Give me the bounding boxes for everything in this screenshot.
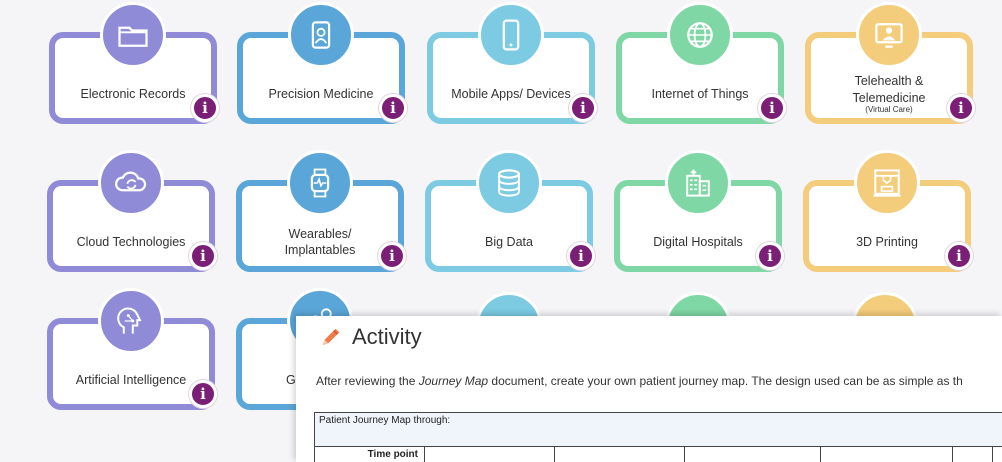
tile-label: Telehealth & Telemedicine (Virtual Care) [852,74,926,114]
tile-telehealth[interactable]: Telehealth & Telemedicine (Virtual Care)… [805,2,975,124]
tile-digital-hospitals[interactable]: Digital Hospitals i [614,150,784,272]
table-cell[interactable] [820,446,953,462]
info-icon[interactable]: i [569,94,597,122]
tile-precision-medicine[interactable]: Precision Medicine i [237,2,407,124]
info-icon[interactable]: i [756,242,784,270]
table-header-cell: Patient Journey Map through: [314,412,1002,447]
database-icon [476,150,542,216]
table-cell[interactable] [424,446,555,462]
tile-sublabel: (Virtual Care) [865,104,913,114]
tile-label: Wearables/ Implantables [284,226,356,257]
info-icon[interactable]: i [189,242,217,270]
info-icon[interactable]: i [758,94,786,122]
tile-3d-printing[interactable]: 3D Printing i [803,150,973,272]
journey-map-link[interactable]: Journey Map [419,374,488,388]
tile-label: Artificial Intelligence [75,372,187,387]
table-cell[interactable] [952,446,993,462]
tile-label: Cloud Technologies [76,234,186,249]
table-header-row: Patient Journey Map through: [314,412,1002,447]
hospital-icon [665,150,731,216]
info-icon[interactable]: i [945,242,973,270]
cloud-sync-icon [98,150,164,216]
time-point-row: Time point [314,446,1002,462]
info-icon[interactable]: i [191,94,219,122]
tile-artificial-intelligence[interactable]: Artificial Intelligence i [47,288,217,410]
id-badge-icon [288,2,354,68]
table-cell[interactable] [684,446,821,462]
tile-wearables[interactable]: Wearables/ Implantables i [236,150,406,272]
info-icon[interactable]: i [947,94,975,122]
tile-label: 3D Printing [856,234,918,249]
info-icon[interactable]: i [567,242,595,270]
tile-internet-of-things[interactable]: Internet of Things i [616,2,786,124]
video-doctor-icon [856,2,922,68]
globe-icon [667,2,733,68]
tile-big-data[interactable]: Big Data i [425,150,595,272]
activity-header: Activity [320,324,422,350]
tile-label: Digital Hospitals [653,234,743,249]
table-cell[interactable] [554,446,685,462]
tile-cloud-technologies[interactable]: Cloud Technologies i [47,150,217,272]
activity-title: Activity [352,324,422,349]
tile-label: Big Data [485,234,533,249]
info-icon[interactable]: i [378,242,406,270]
tile-mobile-apps[interactable]: Mobile Apps/ Devices i [427,2,597,124]
ai-head-icon [98,288,164,354]
activity-panel: Activity After reviewing the Journey Map… [296,316,1002,462]
pencil-icon [322,328,340,346]
info-icon[interactable]: i [379,94,407,122]
3d-printer-icon [854,150,920,216]
folder-icon [100,2,166,68]
tile-label: Internet of Things [651,86,749,101]
tile-label: Mobile Apps/ Devices [451,86,571,101]
table-cell[interactable] [992,446,1002,462]
tile-label: Precision Medicine [268,86,374,101]
tile-electronic-records[interactable]: Electronic Records i [49,2,219,124]
info-icon[interactable]: i [189,380,217,408]
activity-instructions: After reviewing the Journey Map document… [316,374,963,388]
smartwatch-icon [287,150,353,216]
journey-map-table: Patient Journey Map through: Time point [314,412,1002,462]
time-point-label: Time point [314,446,425,462]
tile-label: Electronic Records [80,86,186,101]
smartphone-icon [478,2,544,68]
